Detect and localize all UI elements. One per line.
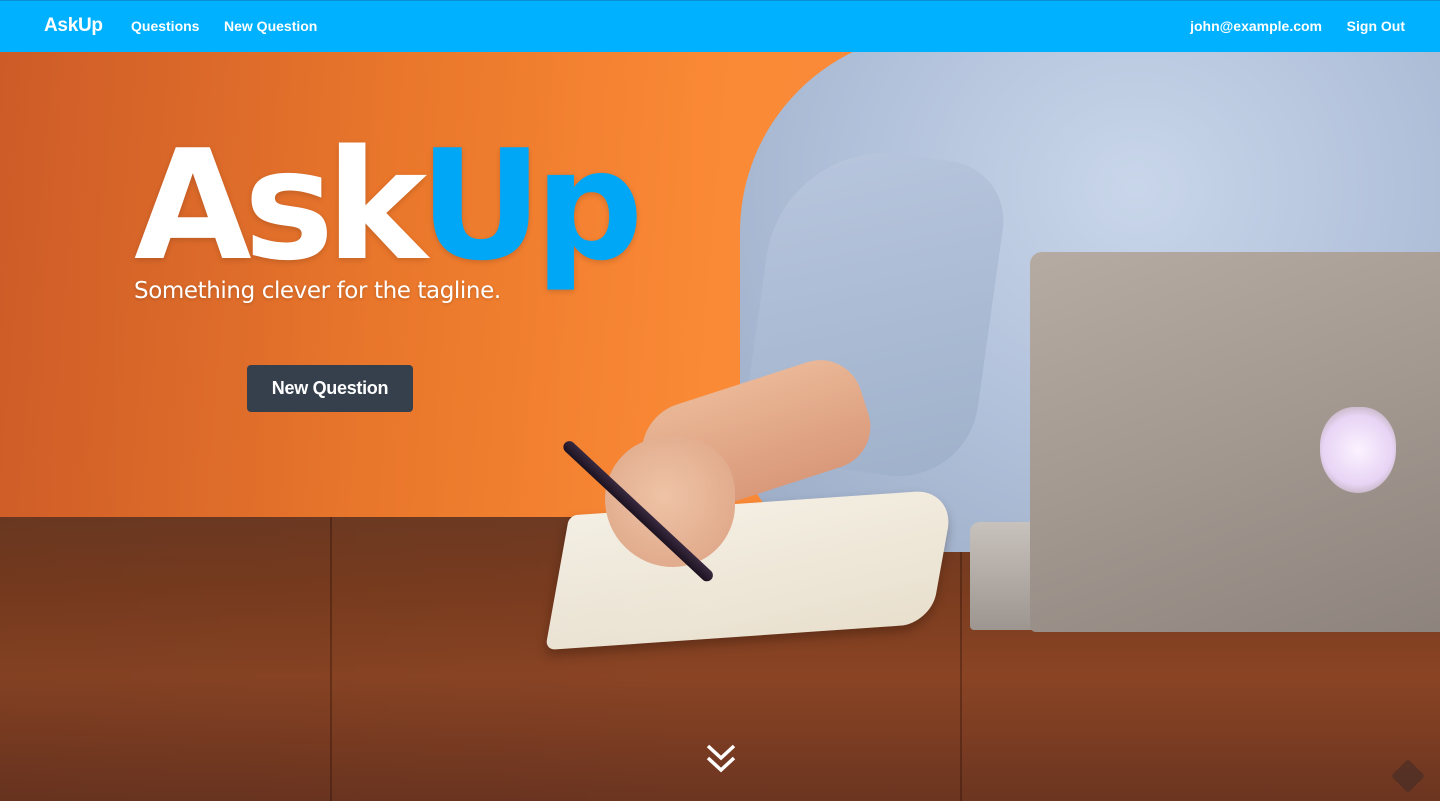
new-question-button[interactable]: New Question <box>247 365 413 412</box>
double-chevron-down-icon[interactable] <box>704 742 738 776</box>
hero-title: AskUp <box>134 130 643 282</box>
hero-tagline: Something clever for the tagline. <box>134 278 501 304</box>
nav-sign-out[interactable]: Sign Out <box>1347 18 1405 34</box>
hero-title-accent: Up <box>419 117 643 294</box>
nav-user-email[interactable]: john@example.com <box>1190 18 1322 34</box>
nav-link-questions[interactable]: Questions <box>131 18 199 34</box>
nav-link-new-question[interactable]: New Question <box>224 18 317 34</box>
brand-logo[interactable]: AskUp <box>44 15 103 37</box>
navbar: AskUp Questions New Question john@exampl… <box>0 0 1440 52</box>
hero-title-main: Ask <box>134 117 427 294</box>
hero-section: AskUp Something clever for the tagline. … <box>0 52 1440 801</box>
